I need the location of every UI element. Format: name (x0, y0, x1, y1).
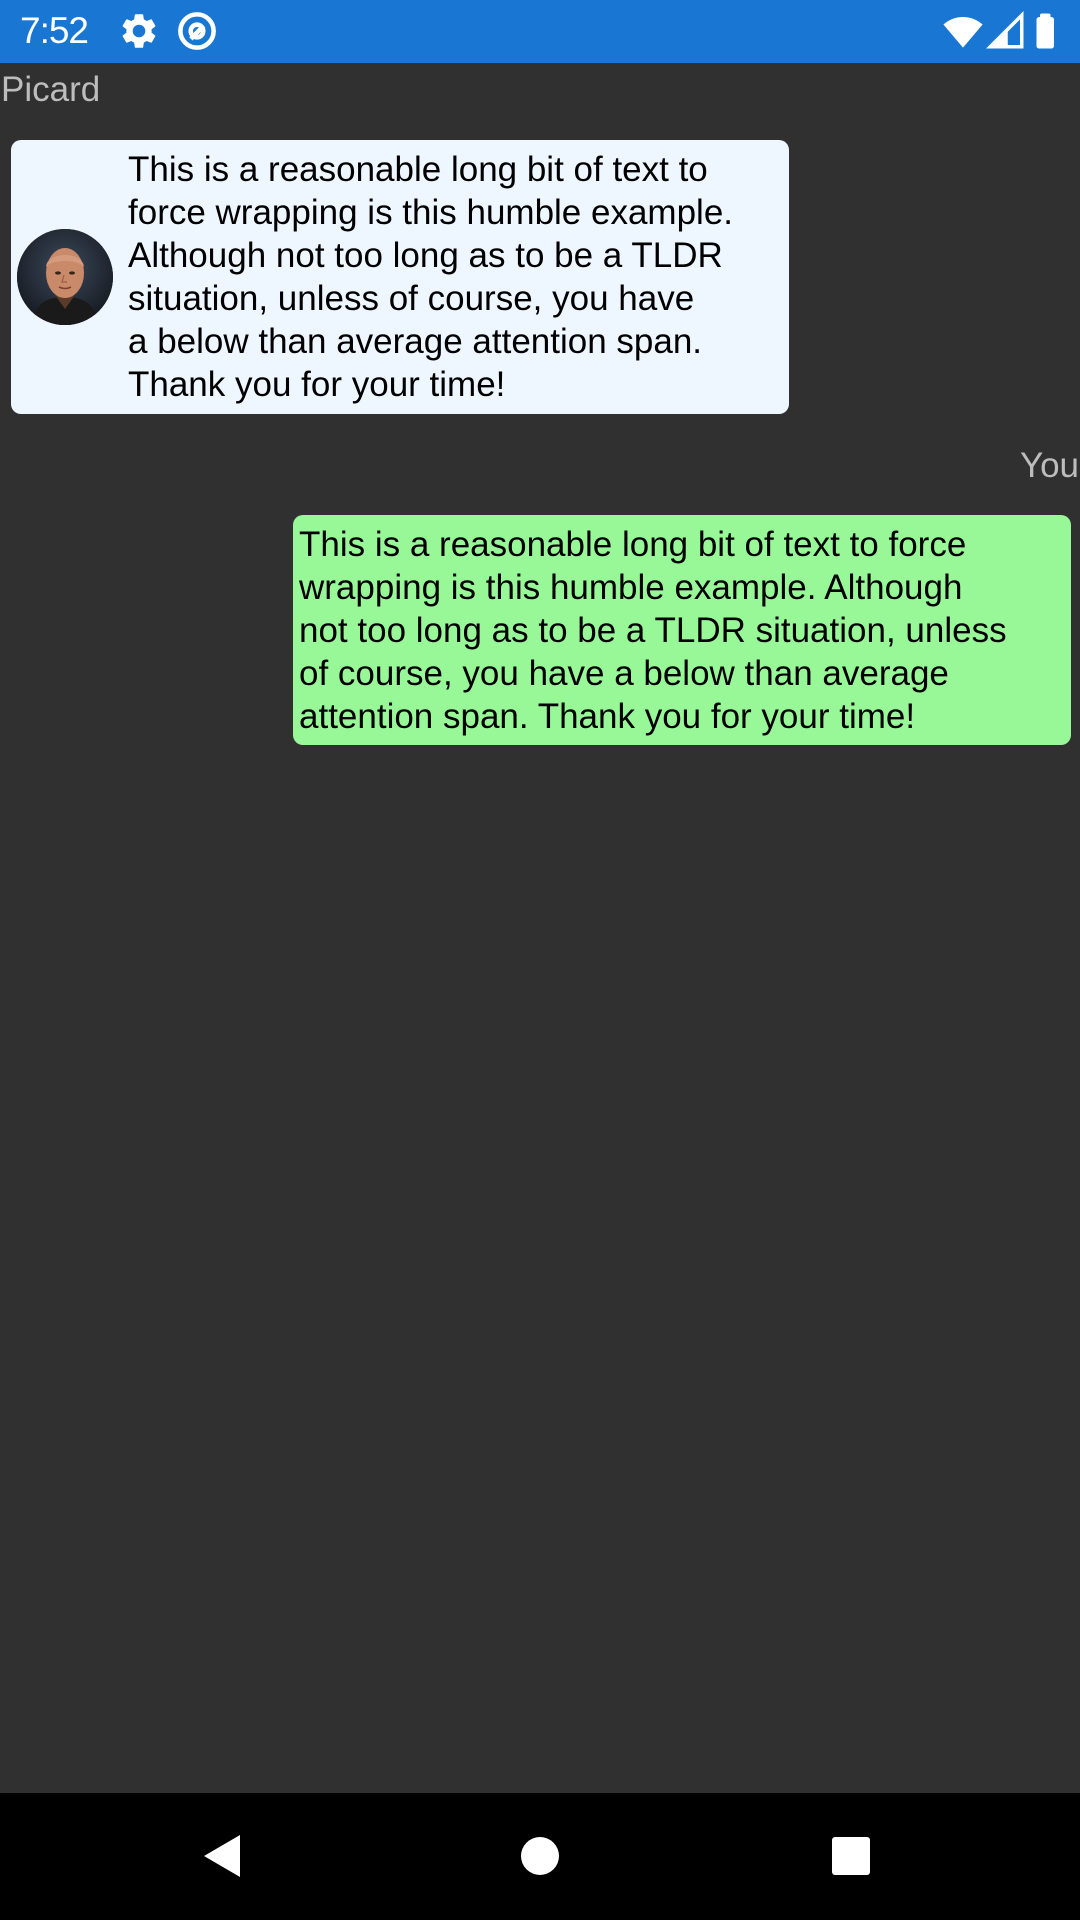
outgoing-message-text: This is a reasonable long bit of text to… (299, 525, 1007, 736)
status-time: 7:52 (20, 10, 89, 51)
recents-icon[interactable] (818, 1823, 884, 1889)
status-bar: 7:52 (0, 0, 1080, 63)
sender-name-picard: Picard (1, 70, 101, 109)
wifi-icon (942, 10, 984, 52)
battery-icon (1026, 10, 1068, 52)
outgoing-message-bubble[interactable]: This is a reasonable long bit of text to… (293, 515, 1071, 745)
back-icon[interactable] (192, 1823, 258, 1889)
sender-name-you: You (1019, 446, 1079, 485)
incoming-message-text: This is a reasonable long bit of text to… (128, 150, 734, 404)
cell-signal-icon (985, 10, 1027, 52)
incoming-message-bubble[interactable]: This is a reasonable long bit of text to… (11, 140, 789, 414)
home-icon[interactable] (507, 1823, 573, 1889)
gear-icon (118, 10, 160, 52)
picard-avatar (17, 229, 113, 325)
navigation-bar (0, 1793, 1080, 1920)
chat-area: Picard This is a reasonable long bit of … (0, 63, 1080, 1793)
at-sign-icon (176, 10, 218, 52)
